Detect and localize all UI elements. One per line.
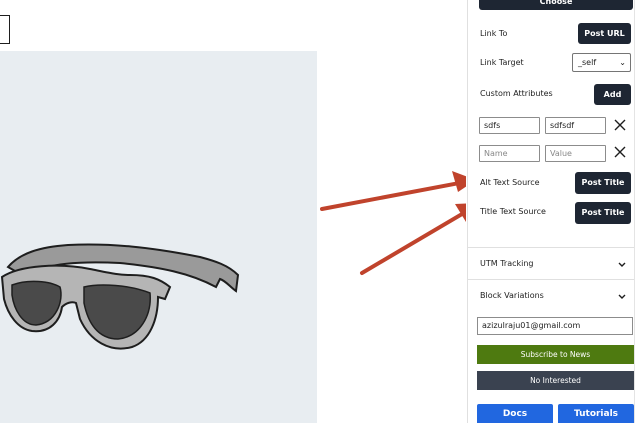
email-field[interactable]: azizulraju01@gmail.com <box>477 317 633 335</box>
settings-sidebar: Choose Link To Post URL Link Target _sel… <box>467 0 640 423</box>
chevron-down-icon[interactable] <box>618 294 626 300</box>
add-attribute-button[interactable]: Add <box>594 84 631 105</box>
utm-tracking-panel-title[interactable]: UTM Tracking <box>480 259 534 268</box>
new-attribute-value-input[interactable]: Value <box>545 145 606 162</box>
link-target-select[interactable]: _self ⌄ <box>572 53 631 72</box>
link-to-label: Link To <box>480 29 508 38</box>
chevron-down-icon: ⌄ <box>619 58 626 67</box>
block-outline[interactable] <box>0 15 10 44</box>
panel-divider <box>468 279 635 280</box>
new-attribute-name-input[interactable]: Name <box>479 145 540 162</box>
chevron-down-icon[interactable] <box>618 262 626 268</box>
alt-post-title-button[interactable]: Post Title <box>575 172 631 194</box>
sidebar-scrollbar[interactable] <box>634 0 640 423</box>
close-icon[interactable] <box>614 146 626 158</box>
sunglasses-image <box>0 243 240 350</box>
panel-divider <box>468 247 635 248</box>
attribute-name-input[interactable]: sdfs <box>479 117 540 134</box>
custom-attributes-label: Custom Attributes <box>480 89 553 98</box>
link-target-value: _self <box>578 58 597 67</box>
subscribe-button[interactable]: Subscribe to News <box>477 345 634 364</box>
docs-button[interactable]: Docs <box>477 404 553 423</box>
post-url-button[interactable]: Post URL <box>578 23 631 44</box>
attribute-value-input[interactable]: sdfsdf <box>545 117 606 134</box>
editor-canvas <box>0 0 466 423</box>
link-target-label: Link Target <box>480 58 524 67</box>
choose-button[interactable]: Choose <box>479 0 633 10</box>
tutorials-button[interactable]: Tutorials <box>558 404 634 423</box>
close-icon[interactable] <box>614 119 626 131</box>
image-block[interactable] <box>0 51 317 423</box>
title-post-title-button[interactable]: Post Title <box>575 202 631 224</box>
arrow-annotation <box>320 171 466 211</box>
arrow-annotation <box>360 203 466 275</box>
block-variations-panel-title[interactable]: Block Variations <box>480 291 544 300</box>
not-interested-button[interactable]: No Interested <box>477 371 634 390</box>
title-text-source-label: Title Text Source <box>480 207 546 216</box>
alt-text-source-label: Alt Text Source <box>480 178 540 187</box>
